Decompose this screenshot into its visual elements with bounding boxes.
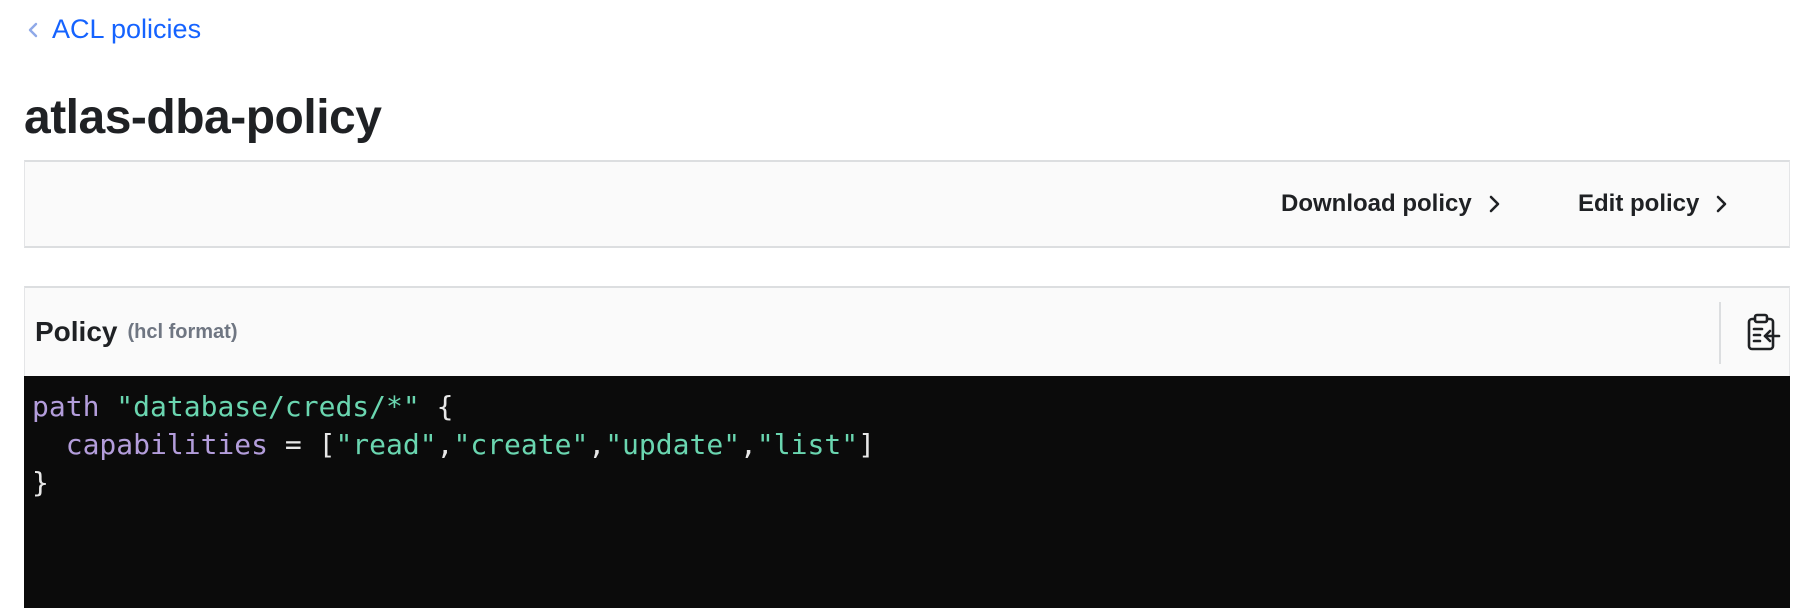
breadcrumb-back-link[interactable]: ACL policies <box>24 14 201 45</box>
policy-header: Policy (hcl format) <box>24 286 1790 378</box>
chevron-right-icon <box>1489 195 1499 213</box>
page-title: atlas-dba-policy <box>24 91 382 144</box>
code-punctuation: { <box>419 390 454 423</box>
code-punctuation: , <box>588 428 606 461</box>
code-line-1: path "database/creds/*" { <box>32 390 453 423</box>
code-line-3: } <box>32 466 49 499</box>
code-line-2: capabilities = ["read","create","update"… <box>32 428 875 461</box>
clipboard-copy-icon[interactable] <box>1743 312 1783 354</box>
edit-policy-label: Edit policy <box>1578 190 1700 217</box>
code-string: "update" <box>605 428 741 461</box>
code-string: "database/creds/*" <box>116 390 420 423</box>
edit-policy-button[interactable]: Edit policy <box>1578 162 1731 246</box>
policy-heading: Policy (hcl format) <box>35 288 237 376</box>
code-string: "list" <box>756 428 859 461</box>
header-divider <box>1719 302 1721 364</box>
code-punctuation: ] <box>858 428 875 461</box>
chevron-right-icon <box>1717 195 1727 213</box>
code-punctuation: , <box>740 428 757 461</box>
code-keyword: capabilities <box>65 428 269 461</box>
download-policy-label: Download policy <box>1281 190 1472 217</box>
policy-title: Policy <box>35 316 118 347</box>
code-punctuation: , <box>436 428 454 461</box>
policy-code-editor[interactable]: path "database/creds/*" { capabilities =… <box>24 376 1790 608</box>
chevron-left-icon <box>28 22 38 37</box>
download-policy-button[interactable]: Download policy <box>1281 162 1504 246</box>
policy-toolbar: Download policy Edit policy <box>24 160 1790 248</box>
code-string: "read" <box>335 428 437 461</box>
breadcrumb-label: ACL policies <box>52 14 202 44</box>
code-punctuation: = [ <box>268 428 336 461</box>
policy-format-label: (hcl format) <box>127 320 238 343</box>
code-keyword: path <box>32 390 100 423</box>
code-string: "create" <box>453 428 589 461</box>
